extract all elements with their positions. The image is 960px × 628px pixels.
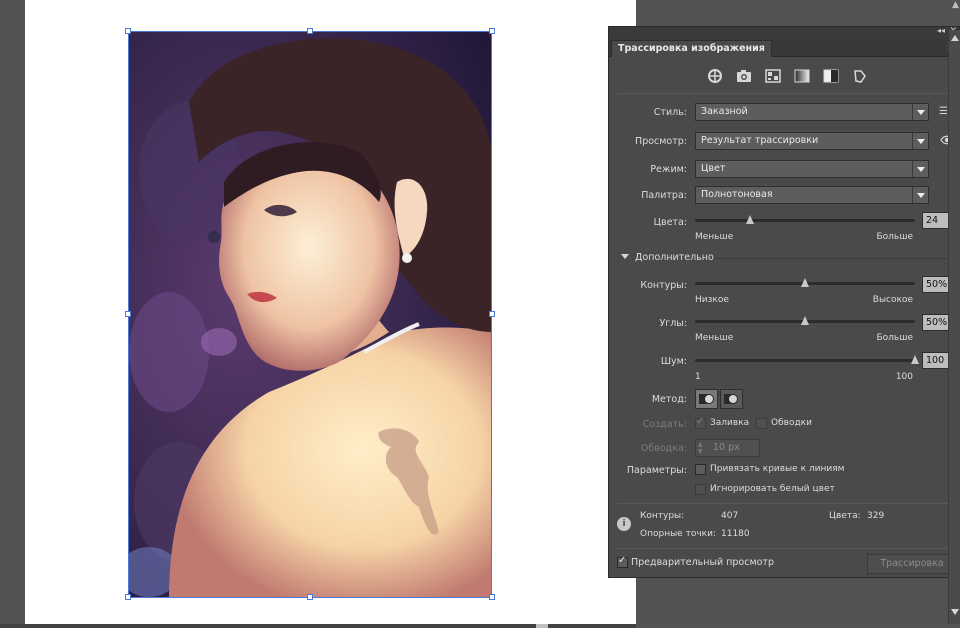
high-color-icon[interactable] [734,67,754,85]
corners-max-label: Больше [876,333,913,343]
style-label: Стиль: [653,107,687,118]
traced-image-illustration [129,32,491,597]
method-label: Метод: [651,394,687,405]
selection-handle-top-right[interactable] [489,28,495,34]
view-dropdown[interactable]: Результат трассировки [695,132,929,150]
selection-handle-top-center[interactable] [307,28,313,34]
slider-thumb[interactable] [911,355,919,364]
fill-checkbox[interactable] [695,416,706,429]
create-label: Создать: [642,419,687,430]
manage-presets-icon[interactable]: ☰ [939,106,948,117]
stepper-arrows-icon[interactable]: ▲ ▼ [698,441,708,455]
chevron-down-icon [912,133,928,149]
chevron-down-icon [912,161,928,177]
selection-handle-bottom-right[interactable] [489,594,495,600]
snap-curves-checkbox[interactable] [695,464,706,475]
selection-handle-middle-right[interactable] [489,311,495,317]
strokes-label: Обводки [771,418,812,428]
tab-image-trace[interactable]: Трассировка изображения [611,40,772,57]
colors-min-label: Меньше [695,232,734,242]
selection-handle-bottom-center[interactable] [307,594,313,600]
slider-track [695,359,915,362]
selection-handle-bottom-left[interactable] [125,594,131,600]
noise-slider[interactable] [695,355,919,364]
trace-button[interactable]: Трассировка [867,554,957,574]
slider-thumb[interactable] [801,316,809,325]
ignore-white-checkbox[interactable] [695,484,706,495]
stats-anchors-label: Опорные точки: [640,529,716,539]
corners-min-label: Меньше [695,333,734,343]
panel-dock-collapse-icon[interactable]: ▲ [952,0,959,10]
view-value: Результат трассировки [701,135,819,146]
fill-label: Заливка [710,418,750,428]
grayscale-icon[interactable] [792,67,812,85]
divider [617,548,953,549]
noise-min-label: 1 [695,372,701,382]
stats-anchors-value: 11180 [721,529,750,539]
horizontal-scroll-thumb[interactable] [536,624,548,628]
method-abutting-button[interactable] [695,389,718,409]
advanced-toggle-icon[interactable] [621,254,629,259]
scroll-down-icon[interactable] [951,609,959,615]
panel-tab-bar: Трассировка изображения ☰ [609,38,959,57]
black-white-icon[interactable] [821,67,841,85]
paths-label: Контуры: [640,280,687,291]
vertical-scrollbar[interactable] [948,30,960,624]
ignore-white-label: Игнорировать белый цвет [710,484,835,494]
chevron-down-icon [912,187,928,203]
palette-dropdown[interactable]: Полнотоновая [695,186,929,204]
style-value: Заказной [701,106,748,117]
paths-slider[interactable] [695,278,915,287]
style-dropdown[interactable]: Заказной [695,103,929,121]
view-label: Просмотр: [635,136,687,147]
stats-colors-label: Цвета: [829,511,861,521]
noise-max-label: 100 [895,372,913,382]
info-icon: i [617,517,631,531]
mode-dropdown[interactable]: Цвет [695,160,929,178]
noise-label: Шум: [660,356,687,367]
preview-label: Предварительный просмотр [631,557,774,568]
corners-slider[interactable] [695,316,915,325]
advanced-section-label[interactable]: Дополнительно [635,252,714,263]
palette-label: Палитра: [641,190,687,201]
slider-thumb[interactable] [746,215,754,224]
stroke-label: Обводка: [640,443,687,454]
preview-checkbox[interactable] [617,555,628,568]
chevron-down-icon [912,104,928,120]
slider-track [695,219,915,222]
advanced-divider [714,258,953,259]
snap-curves-label: Привязать кривые к линиям [710,464,845,474]
slider-thumb[interactable] [801,278,809,287]
image-trace-panel: ◂◂ ✕ Трассировка изображения ☰ Стиль: За… [608,26,960,578]
divider [617,503,953,504]
stats-colors-value: 329 [867,511,885,521]
method-overlapping-button[interactable] [720,389,743,409]
collapse-panel-icon[interactable]: ◂◂ [937,26,945,35]
panel-title-bar[interactable]: ◂◂ ✕ [609,26,959,38]
stats-paths-value: 407 [721,511,739,521]
stroke-value: 10 px [713,442,740,453]
strokes-checkbox[interactable] [756,418,767,429]
selection-handle-middle-left[interactable] [125,311,131,317]
colors-max-label: Больше [876,232,913,242]
paths-min-label: Низкое [695,295,729,305]
low-color-icon[interactable] [763,67,783,85]
preset-buttons [705,67,870,85]
scroll-up-icon[interactable] [951,35,959,41]
mode-value: Цвет [701,163,726,174]
colors-slider[interactable] [695,215,915,224]
auto-color-icon[interactable] [705,67,725,85]
palette-value: Полнотоновая [701,189,773,200]
divider [617,93,953,94]
stroke-stepper[interactable]: ▲ ▼ 10 px [695,439,760,457]
traced-image[interactable] [128,31,492,598]
options-label: Параметры: [626,465,687,476]
colors-label: Цвета: [653,217,687,228]
mode-label: Режим: [650,164,687,175]
selection-handle-top-left[interactable] [125,28,131,34]
paths-max-label: Высокое [872,295,913,305]
outline-icon[interactable] [850,67,870,85]
stats-paths-label: Контуры: [640,511,685,521]
corners-label: Углы: [659,318,687,329]
